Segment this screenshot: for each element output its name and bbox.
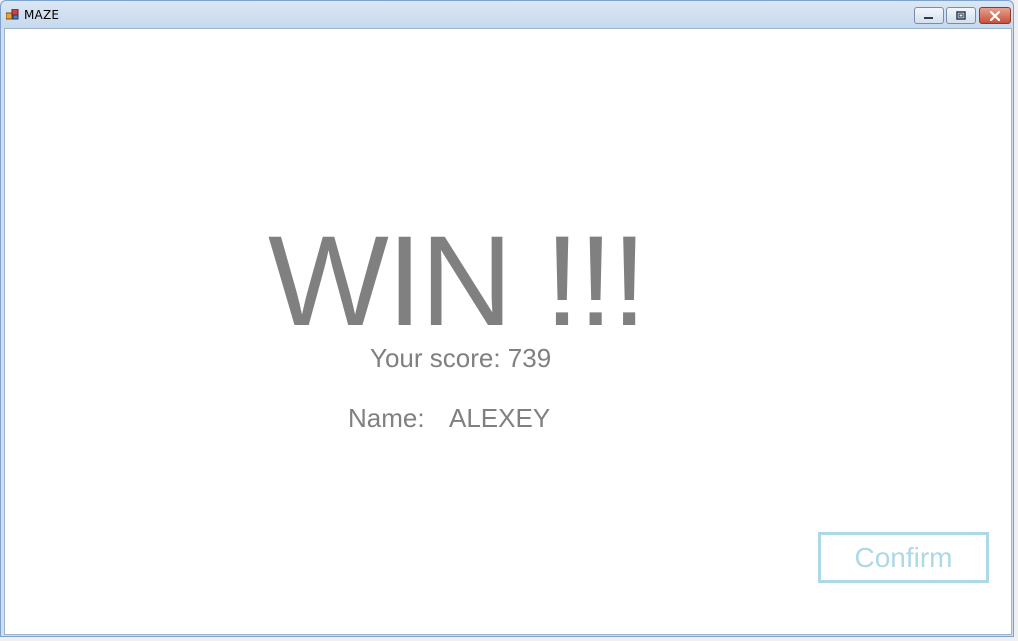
- close-icon: [989, 10, 1001, 21]
- desktop-edge-bottom: [0, 637, 1018, 641]
- score-label: Your score: 739: [370, 343, 552, 373]
- app-window-icon: [6, 9, 19, 20]
- restore-icon: [956, 10, 966, 20]
- name-label: Name:: [348, 403, 425, 433]
- minimize-icon: [924, 16, 933, 19]
- window-title: MAZE: [24, 8, 60, 22]
- minimize-button[interactable]: [914, 7, 944, 24]
- title-bar[interactable]: MAZE: [1, 1, 1013, 28]
- name-field[interactable]: ALEXEY: [449, 403, 550, 434]
- confirm-button[interactable]: Confirm: [818, 532, 989, 583]
- win-heading: WIN !!!: [268, 210, 647, 353]
- close-button[interactable]: [979, 7, 1011, 24]
- restore-button[interactable]: [946, 7, 976, 24]
- desktop-edge-right: [1014, 0, 1018, 641]
